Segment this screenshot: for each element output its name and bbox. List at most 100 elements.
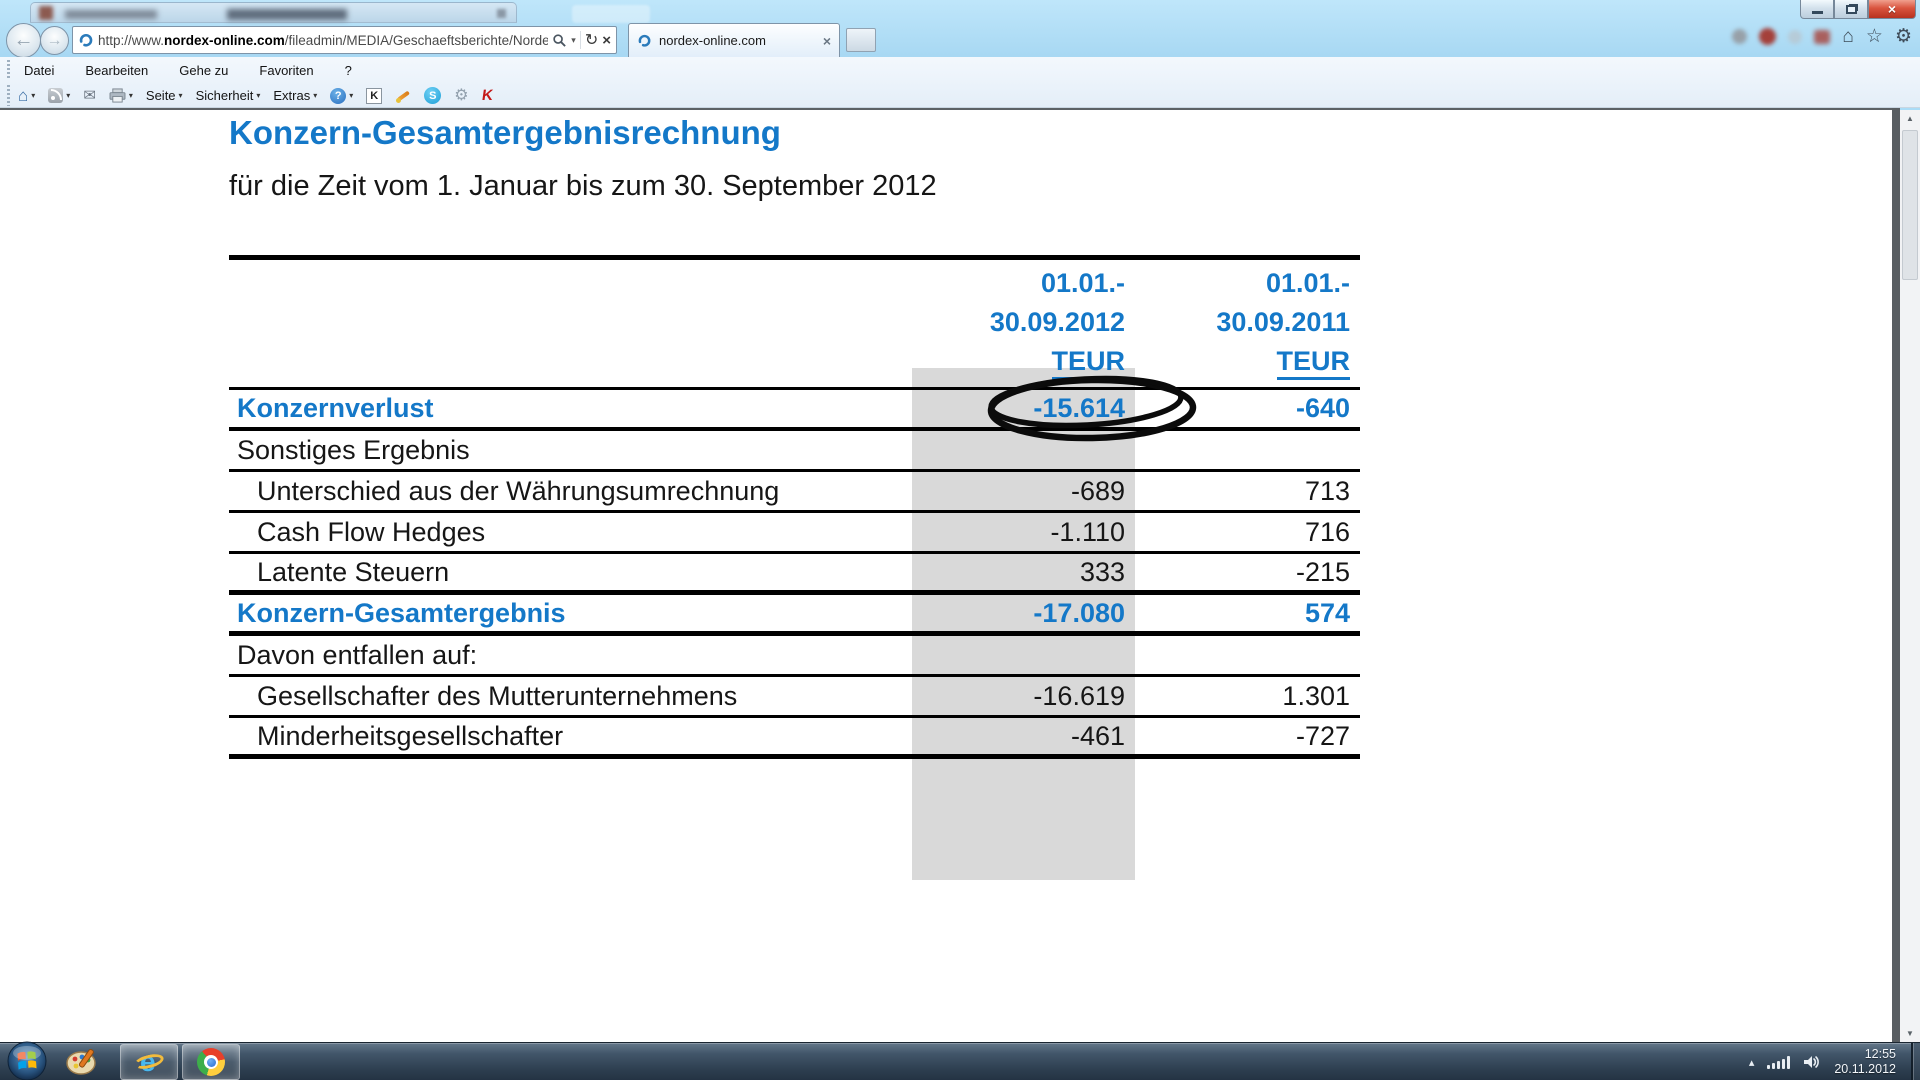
- chrome-taskbar-button[interactable]: [182, 1044, 240, 1080]
- blurred-extension-icon[interactable]: [1788, 30, 1802, 44]
- pen-icon: [395, 88, 411, 104]
- tab-close-icon[interactable]: ×: [823, 34, 831, 48]
- scrollbar-thumb[interactable]: [1902, 130, 1918, 280]
- taskbar: e ▴ 12:55 20.11.2012: [0, 1042, 1920, 1080]
- scroll-down-icon[interactable]: ▼: [1900, 1025, 1920, 1042]
- row-label: Sonstiges Ergebnis: [229, 435, 912, 466]
- start-button[interactable]: [6, 1040, 48, 1080]
- back-arrow-icon: ←: [14, 29, 34, 52]
- blurred-extension-icon[interactable]: [1814, 30, 1830, 44]
- value-2012: -1.110: [912, 517, 1135, 548]
- read-mail-button[interactable]: ✉: [81, 88, 98, 103]
- value-2012: -16.619: [912, 681, 1135, 712]
- value-2011: 574: [1135, 598, 1360, 629]
- dropdown-caret-icon: ▾: [349, 91, 353, 100]
- row-label: Cash Flow Hedges: [229, 517, 912, 548]
- show-desktop-button[interactable]: [1911, 1043, 1920, 1080]
- value-2012: -461: [912, 721, 1135, 752]
- print-button[interactable]: ▾: [107, 88, 135, 103]
- pen-addon-button[interactable]: [393, 88, 413, 104]
- table-row: Unterschied aus der Währungsumrechnung -…: [229, 472, 1360, 513]
- maximize-button[interactable]: [1834, 0, 1868, 19]
- extras-menu-button[interactable]: Extras ▾: [271, 88, 319, 103]
- k-addon-button[interactable]: K: [364, 88, 384, 104]
- vertical-scrollbar[interactable]: ▲ ▼: [1900, 110, 1920, 1042]
- favorites-star-icon[interactable]: ☆: [1866, 27, 1883, 46]
- seite-label: Seite: [146, 88, 176, 103]
- income-statement-table: 01.01.- 30.09.2012 TEUR 01.01.- 30.09.20…: [229, 255, 1360, 759]
- hand-drawn-circle-annotation: [982, 368, 1202, 448]
- blurred-background-shape: [572, 5, 650, 23]
- toolbar-grip[interactable]: [7, 85, 10, 106]
- stop-icon[interactable]: ×: [602, 32, 611, 49]
- menu-bearbeiten[interactable]: Bearbeiten: [83, 61, 150, 80]
- header-line: 30.09.2011: [1135, 303, 1350, 342]
- forward-button[interactable]: →: [40, 26, 69, 55]
- rss-feed-icon: [48, 88, 63, 103]
- gear-icon: ⚙: [454, 88, 468, 104]
- row-label: Gesellschafter des Mutterunternehmens: [229, 681, 912, 712]
- home-button[interactable]: ⌂ ▾: [16, 87, 37, 104]
- search-icon[interactable]: [552, 33, 567, 48]
- skype-icon: S: [424, 87, 441, 104]
- home-icon[interactable]: ⌂: [1842, 27, 1853, 46]
- gear-addon-button[interactable]: ⚙: [452, 88, 470, 104]
- menu-and-command-bars: Datei Bearbeiten Gehe zu Favoriten ? ⌂ ▾…: [0, 57, 1920, 108]
- desktop-screen: × ← → http://www.nordex-online.com/filea…: [0, 0, 1920, 1080]
- volume-icon[interactable]: [1803, 1054, 1821, 1070]
- address-bar[interactable]: http://www.nordex-online.com/fileadmin/M…: [72, 26, 617, 54]
- dropdown-caret-icon: ▾: [313, 91, 317, 100]
- help-button[interactable]: ? ▾: [328, 88, 355, 104]
- url-text[interactable]: http://www.nordex-online.com/fileadmin/M…: [98, 33, 548, 48]
- row-label: Unterschied aus der Währungsumrechnung: [229, 476, 912, 507]
- tab-favicon-nordex: [637, 33, 652, 48]
- menu-favoriten[interactable]: Favoriten: [257, 61, 315, 80]
- value-2011: 713: [1135, 476, 1360, 507]
- menu-datei[interactable]: Datei: [22, 61, 56, 80]
- taskbar-clock[interactable]: 12:55 20.11.2012: [1834, 1047, 1896, 1077]
- blurred-background-window-tab[interactable]: [30, 2, 517, 23]
- header-line: 01.01.-: [912, 264, 1125, 303]
- browser-tab[interactable]: nordex-online.com ×: [628, 23, 840, 57]
- refresh-icon[interactable]: ↻: [585, 30, 598, 50]
- sicherheit-menu-button[interactable]: Sicherheit ▾: [194, 88, 263, 103]
- autocomplete-dropdown-icon[interactable]: ▾: [571, 35, 576, 46]
- internet-explorer-taskbar-button[interactable]: e: [120, 1044, 178, 1080]
- close-button[interactable]: ×: [1868, 0, 1916, 19]
- menu-gehezu[interactable]: Gehe zu: [177, 61, 230, 80]
- value-2011: -215: [1135, 557, 1360, 588]
- value-2011: -727: [1135, 721, 1360, 752]
- feeds-button[interactable]: ▾: [46, 88, 72, 103]
- toolbar-right-icons: ⌂ ☆ ⚙: [1732, 27, 1912, 46]
- kaspersky-addon-button[interactable]: K: [480, 88, 495, 103]
- row-label: Konzernverlust: [229, 393, 912, 424]
- header-line: 30.09.2012: [912, 303, 1125, 342]
- internet-explorer-icon: e: [134, 1047, 164, 1077]
- show-hidden-icons-chevron[interactable]: ▴: [1749, 1056, 1755, 1069]
- seite-menu-button[interactable]: Seite ▾: [144, 88, 185, 103]
- paint-taskbar-icon[interactable]: [64, 1046, 100, 1078]
- blurred-extension-icon[interactable]: [1732, 29, 1747, 44]
- toolbar-grip[interactable]: [7, 60, 10, 80]
- page-title: Konzern-Gesamtergebnisrechnung: [229, 114, 781, 152]
- value-2012: 333: [912, 557, 1135, 588]
- dropdown-caret-icon: ▾: [31, 91, 35, 100]
- header-spacer: [229, 264, 912, 381]
- skype-addon-button[interactable]: S: [422, 87, 443, 104]
- back-button[interactable]: ←: [6, 23, 41, 58]
- value-2011: 716: [1135, 517, 1360, 548]
- scroll-up-icon[interactable]: ▲: [1900, 110, 1920, 127]
- chrome-icon: [197, 1048, 225, 1076]
- new-tab-button[interactable]: [846, 28, 876, 52]
- clock-time: 12:55: [1834, 1047, 1896, 1062]
- blurred-close-icon: [497, 9, 506, 18]
- network-signal-icon[interactable]: [1767, 1055, 1790, 1069]
- minimize-button[interactable]: [1800, 0, 1834, 19]
- dropdown-caret-icon: ▾: [256, 91, 260, 100]
- blurred-extension-icon[interactable]: [1759, 28, 1776, 45]
- settings-gear-icon[interactable]: ⚙: [1895, 27, 1912, 46]
- navigation-bar: ← → http://www.nordex-online.com/fileadm…: [0, 23, 1920, 57]
- menu-hilfe[interactable]: ?: [343, 61, 354, 80]
- page-subtitle: für die Zeit vom 1. Januar bis zum 30. S…: [229, 170, 937, 203]
- system-tray: ▴ 12:55 20.11.2012: [1749, 1043, 1896, 1080]
